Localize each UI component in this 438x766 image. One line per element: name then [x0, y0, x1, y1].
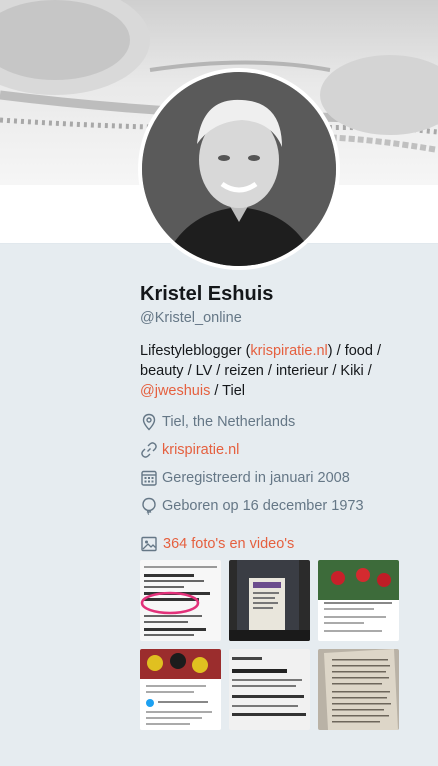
media-thumbnail[interactable]	[140, 649, 221, 730]
photo-icon	[140, 535, 158, 553]
location-text: Tiel, the Netherlands	[162, 414, 296, 430]
media-thumbnail[interactable]	[140, 560, 221, 641]
profile-bio: Lifestyleblogger (krispiratie.nl) / food…	[140, 341, 390, 401]
joined-text: Geregistreerd in januari 2008	[162, 470, 350, 486]
calendar-icon	[140, 469, 158, 487]
profile-location: Tiel, the Netherlands	[140, 413, 295, 431]
avatar[interactable]	[138, 68, 340, 270]
profile-handle[interactable]: @Kristel_online	[140, 310, 242, 326]
link-icon	[140, 441, 158, 459]
media-thumbnail[interactable]	[229, 560, 310, 641]
bio-text: / Tiel	[210, 383, 245, 399]
bio-mention-jweshuis[interactable]: @jweshuis	[140, 383, 210, 399]
website-link[interactable]: krispiratie.nl	[162, 442, 239, 458]
media-link[interactable]: 364 foto's en video's	[140, 535, 294, 553]
media-thumbnail[interactable]	[318, 560, 399, 641]
profile-joined: Geregistreerd in januari 2008	[140, 469, 350, 487]
bio-text: Lifestyleblogger (	[140, 343, 251, 359]
media-thumbnail[interactable]	[229, 649, 310, 730]
birthday-text: Geboren op 16 december 1973	[162, 498, 364, 514]
location-icon	[140, 413, 158, 431]
media-count-label[interactable]: 364 foto's en video's	[163, 536, 294, 552]
profile-website[interactable]: krispiratie.nl	[140, 441, 239, 459]
bio-link-krispiratie[interactable]: krispiratie.nl	[250, 343, 327, 359]
media-thumbnail[interactable]	[318, 649, 399, 730]
balloon-icon	[140, 497, 158, 515]
profile-birthday: Geboren op 16 december 1973	[140, 497, 364, 515]
profile-name[interactable]: Kristel Eshuis	[140, 283, 273, 306]
